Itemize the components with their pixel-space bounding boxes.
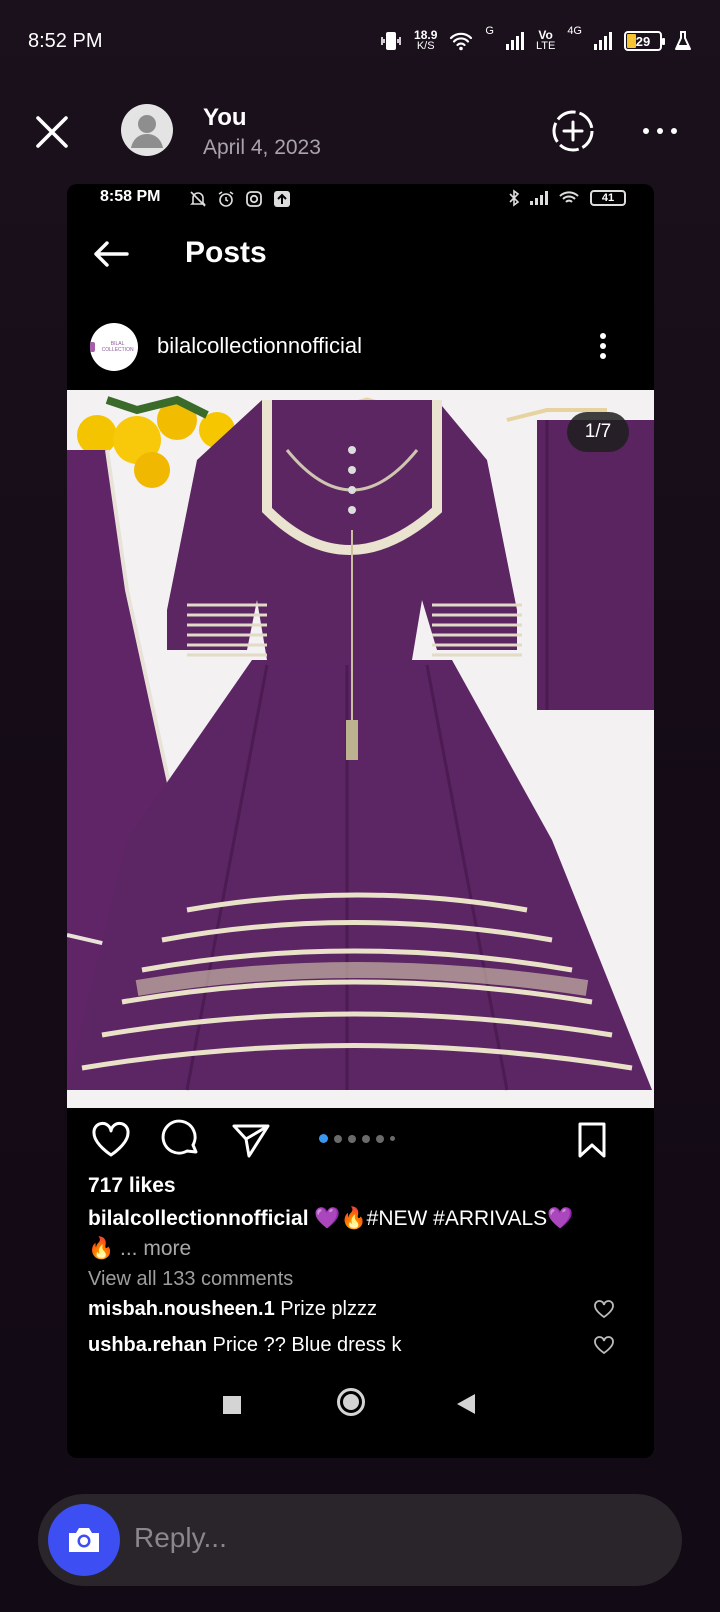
caption-more-link[interactable]: ... more xyxy=(120,1237,191,1260)
comment-user[interactable]: ushba.rehan xyxy=(88,1334,207,1356)
inner-status-icons xyxy=(189,190,291,208)
story-header: You April 4, 2023 xyxy=(0,92,720,172)
comment-like-icon[interactable] xyxy=(593,1335,615,1355)
story-viewer-screen: 8:52 PM 18.9 K/S G Vo LTE 4G 29 You Apri… xyxy=(0,0,720,1612)
battery-icon: 29 xyxy=(624,31,665,51)
vibrate-icon xyxy=(381,32,401,50)
camera-button[interactable] xyxy=(48,1504,120,1576)
flask-icon xyxy=(675,31,691,50)
close-icon[interactable] xyxy=(30,110,74,154)
like-heart-icon[interactable] xyxy=(89,1118,133,1162)
inner-wifi-icon xyxy=(559,191,579,203)
comment-user[interactable]: misbah.nousheen.1 xyxy=(88,1298,275,1320)
net-speed: 18.9 K/S xyxy=(414,28,438,52)
default-avatar-icon xyxy=(131,115,163,148)
inner-nav-bar xyxy=(67,1380,654,1430)
comment-icon[interactable] xyxy=(159,1118,203,1162)
alarm-icon xyxy=(218,191,234,207)
save-bookmark-icon[interactable] xyxy=(570,1118,614,1162)
post-username[interactable]: bilalcollectionnofficial xyxy=(157,333,362,359)
kebab-menu-icon[interactable] xyxy=(597,330,609,362)
reply-bar[interactable]: Reply... xyxy=(38,1494,682,1586)
back-arrow-icon[interactable] xyxy=(91,238,131,270)
inner-status-bar: 8:58 PM 41 xyxy=(67,184,654,214)
reply-input[interactable]: Reply... xyxy=(134,1522,227,1554)
brand-avatar[interactable]: BILAL COLLECTION xyxy=(90,323,138,371)
status-icons: 18.9 K/S G Vo LTE 4G 29 xyxy=(380,26,692,56)
bluetooth-icon xyxy=(509,189,520,207)
status-bar: 8:52 PM 18.9 K/S G Vo LTE 4G 29 xyxy=(0,0,720,84)
posts-title: Posts xyxy=(185,236,267,269)
recents-icon xyxy=(223,1396,241,1414)
dress-illustration xyxy=(67,390,654,1108)
post-header: BILAL COLLECTION bilalcollectionnofficia… xyxy=(67,320,654,378)
signal2-label: 4G xyxy=(567,25,582,37)
signal1-label: G xyxy=(485,25,494,37)
signal-bars-icon xyxy=(505,32,524,50)
camera-icon xyxy=(69,1528,99,1552)
brand-logo-text: BILAL COLLECTION xyxy=(101,341,134,353)
instagram-icon xyxy=(246,191,262,207)
share-icon[interactable] xyxy=(229,1118,273,1162)
inner-signal-icon xyxy=(530,191,548,205)
post-caption: bilalcollectionnofficial 💜🔥#NEW #ARRIVAL… xyxy=(88,1204,628,1264)
inner-battery-icon: 41 xyxy=(590,190,626,206)
comment-item: misbah.nousheen.1 Prize plzzz xyxy=(88,1298,377,1321)
caption-username[interactable]: bilalcollectionnofficial xyxy=(88,1207,309,1230)
posts-top-bar: Posts xyxy=(67,224,654,284)
comment-item: ushba.rehan Price ?? Blue dress k xyxy=(88,1334,401,1357)
inner-status-right: 41 xyxy=(508,189,626,207)
image-counter: 1/7 xyxy=(567,412,629,452)
view-all-comments-link[interactable]: View all 133 comments xyxy=(88,1268,293,1291)
bell-off-icon xyxy=(190,191,206,207)
status-time: 8:52 PM xyxy=(28,30,103,52)
comment-text: Price ?? Blue dress k xyxy=(212,1334,402,1356)
upload-icon xyxy=(274,191,290,207)
wifi-icon xyxy=(450,32,473,51)
post-photo[interactable]: 1/7 xyxy=(67,390,654,1108)
add-to-highlight-icon[interactable] xyxy=(550,108,596,154)
shared-post-screenshot: 8:58 PM 41 Posts BILAL COLLECTION bilalc… xyxy=(67,184,654,1458)
likes-count[interactable]: 717 likes xyxy=(88,1174,176,1198)
brand-logo-mark xyxy=(90,342,96,352)
caption-text: 💜🔥#NEW #ARRIVALS💜 xyxy=(314,1207,574,1230)
avatar[interactable] xyxy=(121,104,173,156)
caption-line2: 🔥 xyxy=(88,1237,115,1260)
story-user-name[interactable]: You xyxy=(203,104,247,132)
inner-status-time: 8:58 PM xyxy=(100,188,161,205)
comment-like-icon[interactable] xyxy=(593,1299,615,1319)
home-icon xyxy=(337,1388,365,1416)
more-options-icon[interactable] xyxy=(640,116,680,146)
volte-icon: Vo LTE xyxy=(535,28,556,52)
post-actions xyxy=(67,1118,654,1168)
signal-bars-icon xyxy=(594,32,612,50)
back-triangle-icon xyxy=(457,1394,475,1414)
comment-text: Prize plzzz xyxy=(280,1298,377,1320)
story-date: April 4, 2023 xyxy=(203,136,321,159)
carousel-indicator xyxy=(319,1134,395,1143)
